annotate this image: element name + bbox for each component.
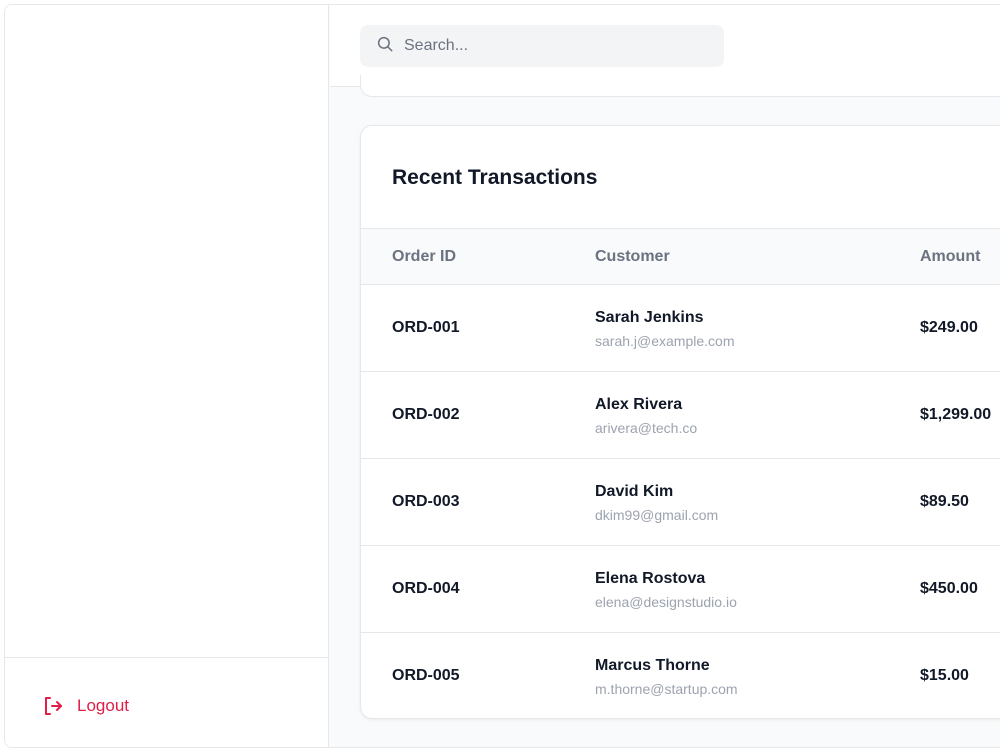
search-box[interactable]	[360, 25, 724, 67]
recent-transactions-card: Recent Transactions Order ID Customer Am…	[360, 125, 1000, 719]
card-title: Recent Transactions	[392, 166, 598, 189]
customer-name: Elena Rostova	[595, 570, 706, 587]
table-row[interactable]: ORD-004 Elena Rostova elena@designstudio…	[361, 546, 1000, 633]
logout-label: Logout	[77, 696, 129, 715]
order-amount: $249.00	[920, 319, 978, 336]
customer-name: Sarah Jenkins	[595, 309, 704, 326]
table-row[interactable]: ORD-001 Sarah Jenkins sarah.j@example.co…	[361, 285, 1000, 372]
customer-email: m.thorne@startup.com	[595, 681, 738, 697]
column-header-order-id: Order ID	[392, 248, 457, 265]
logout-button[interactable]: Logout	[41, 694, 129, 718]
order-amount: $15.00	[920, 667, 969, 684]
logout-icon	[41, 694, 65, 718]
search-input[interactable]	[404, 37, 704, 55]
sidebar-footer: Logout	[5, 657, 328, 747]
table-row[interactable]: ORD-005 Marcus Thorne m.thorne@startup.c…	[361, 633, 1000, 718]
order-id: ORD-005	[392, 667, 460, 684]
table-header: Order ID Customer Amount	[361, 228, 1000, 285]
order-amount: $89.50	[920, 493, 969, 510]
customer-email: sarah.j@example.com	[595, 333, 735, 349]
order-id: ORD-002	[392, 406, 460, 423]
search-icon	[376, 35, 394, 58]
column-header-customer: Customer	[595, 248, 670, 265]
customer-email: elena@designstudio.io	[595, 594, 737, 610]
order-id: ORD-004	[392, 580, 460, 597]
main-content: Recent Transactions Order ID Customer Am…	[330, 5, 1000, 747]
customer-email: arivera@tech.co	[595, 420, 698, 436]
order-amount: $1,299.00	[920, 406, 992, 423]
table-row[interactable]: ORD-003 David Kim dkim99@gmail.com $89.5…	[361, 459, 1000, 546]
customer-email: dkim99@gmail.com	[595, 507, 719, 523]
customer-name: Marcus Thorne	[595, 657, 710, 674]
sidebar: Logout	[5, 5, 329, 747]
order-amount: $450.00	[920, 580, 978, 597]
previous-card-edge	[360, 75, 1000, 97]
order-id: ORD-001	[392, 319, 460, 336]
column-header-amount: Amount	[920, 248, 981, 265]
customer-name: David Kim	[595, 483, 674, 500]
order-id: ORD-003	[392, 493, 460, 510]
table-row[interactable]: ORD-002 Alex Rivera arivera@tech.co $1,2…	[361, 372, 1000, 459]
app-window: Logout Recent Transactions Order ID Cust	[4, 4, 1000, 748]
customer-name: Alex Rivera	[595, 396, 683, 413]
